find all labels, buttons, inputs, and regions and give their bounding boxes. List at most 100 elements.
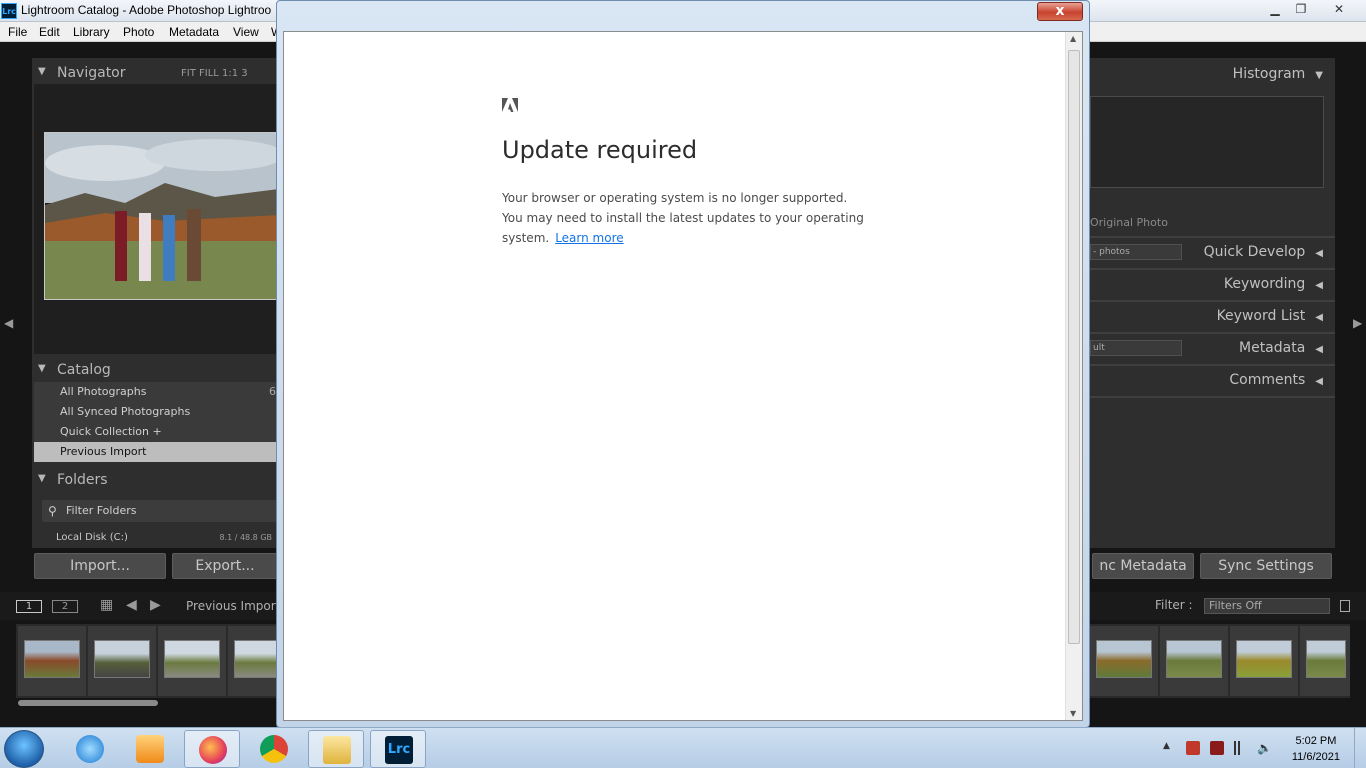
start-button[interactable] xyxy=(4,730,44,768)
update-required-dialog: x Update required Your browser or operat… xyxy=(276,0,1090,728)
sync-settings-button[interactable]: Sync Settings xyxy=(1200,553,1332,579)
security-icon[interactable] xyxy=(1210,741,1224,755)
update-message-line-3: system. Learn more xyxy=(502,231,624,245)
menu-library[interactable]: Library xyxy=(73,25,110,39)
histogram-header[interactable]: Histogram ▼ xyxy=(1233,66,1323,82)
internet-explorer-icon[interactable] xyxy=(62,730,118,768)
update-message-text: system. xyxy=(502,231,550,245)
update-message-line-2: You may need to install the latest updat… xyxy=(502,211,864,225)
scroll-up-icon[interactable]: ▲ xyxy=(1070,34,1076,43)
quick-develop-header[interactable]: Quick Develop ◀ xyxy=(1204,244,1323,260)
menu-photo[interactable]: Photo xyxy=(123,25,154,39)
dialog-content: Update required Your browser or operatin… xyxy=(283,31,1083,721)
comments-header[interactable]: Comments ◀ xyxy=(1229,372,1323,388)
action-center-icon[interactable] xyxy=(1186,741,1200,755)
export-button[interactable]: Export... xyxy=(172,553,278,579)
catalog-item-all-photographs[interactable]: All Photographs 6 xyxy=(34,382,278,402)
expand-triangle-icon: ◀ xyxy=(1315,344,1323,355)
dialog-scroll-thumb[interactable] xyxy=(1068,50,1080,644)
filter-lock-icon[interactable] xyxy=(1340,600,1350,612)
catalog-item-quick-collection[interactable]: Quick Collection + xyxy=(34,422,278,442)
lightroom-icon[interactable]: Lrc xyxy=(370,730,426,768)
back-arrow-icon[interactable]: ◀ xyxy=(126,597,137,613)
forward-arrow-icon[interactable]: ▶ xyxy=(150,597,161,613)
saved-preset-select[interactable]: - photos xyxy=(1090,244,1182,260)
scroll-down-icon[interactable]: ▼ xyxy=(1070,709,1076,718)
primary-window-button[interactable]: 1 xyxy=(16,600,42,613)
filmstrip-source[interactable]: Previous Import xyxy=(186,599,280,613)
minimize-icon[interactable]: ▁ xyxy=(1262,1,1288,18)
update-message-line-1: Your browser or operating system is no l… xyxy=(502,191,848,205)
network-icon[interactable] xyxy=(1234,741,1248,755)
navigator-photo[interactable] xyxy=(44,132,278,300)
media-player-icon[interactable] xyxy=(122,730,178,768)
menu-view[interactable]: View xyxy=(233,25,259,39)
collapse-triangle-icon: ▼ xyxy=(38,473,46,484)
system-clock[interactable]: 5:02 PM 11/6/2021 xyxy=(1292,733,1340,765)
dialog-scrollbar[interactable]: ▲ ▼ xyxy=(1065,32,1082,720)
filter-folders-input[interactable]: ⚲ Filter Folders xyxy=(42,500,278,522)
secondary-window-button[interactable]: 2 xyxy=(52,600,78,613)
chrome-icon[interactable] xyxy=(246,730,302,768)
sync-metadata-button[interactable]: nc Metadata xyxy=(1092,553,1194,579)
expand-triangle-icon: ◀ xyxy=(1315,312,1323,323)
thumbnail-image xyxy=(1096,640,1152,678)
left-panel-toggle-icon[interactable]: ◀ xyxy=(4,316,13,330)
catalog-title: Catalog xyxy=(57,362,111,378)
import-button[interactable]: Import... xyxy=(34,553,166,579)
filmstrip-scrollbar[interactable] xyxy=(18,700,158,706)
folders-header[interactable]: ▼ Folders xyxy=(32,469,278,493)
adobe-logo-icon xyxy=(502,98,518,112)
chrome-glyph xyxy=(260,735,288,763)
lightroom-taskbar-label: Lrc xyxy=(385,736,413,764)
collapse-triangle-icon: ▼ xyxy=(1315,70,1323,81)
catalog-item-all-synced-photographs[interactable]: All Synced Photographs xyxy=(34,402,278,422)
maximize-icon[interactable]: ❐ xyxy=(1288,1,1314,18)
right-panel-toggle-icon[interactable]: ▶ xyxy=(1353,316,1362,330)
navigator-zoom-modes[interactable]: FIT FILL 1:1 3 xyxy=(181,68,248,79)
right-panel: Histogram ▼ Original Photo - photos Quick… xyxy=(1090,58,1335,548)
volume-icon[interactable]: 🔈 xyxy=(1257,741,1272,755)
catalog-item-label: Previous Import xyxy=(60,445,147,458)
folders-title: Folders xyxy=(57,472,108,488)
filter-select[interactable]: Filters Off xyxy=(1204,598,1330,614)
dialog-close-button[interactable]: x xyxy=(1037,2,1083,21)
filmstrip-thumbnail[interactable] xyxy=(1160,626,1228,696)
catalog-header[interactable]: ▼ Catalog xyxy=(32,359,278,383)
file-explorer-icon[interactable] xyxy=(308,730,364,768)
thumbnail-image xyxy=(24,640,80,678)
menu-metadata[interactable]: Metadata xyxy=(169,25,219,39)
filter-folders-placeholder: Filter Folders xyxy=(66,504,137,517)
thumbnail-image xyxy=(1166,640,1222,678)
local-disk-folder[interactable]: Local Disk (C:) 8.1 / 48.8 GB xyxy=(42,532,278,548)
filmstrip-thumbnail[interactable] xyxy=(1230,626,1298,696)
navigator-title: Navigator xyxy=(57,65,126,81)
filmstrip-thumbnail[interactable] xyxy=(1090,626,1158,696)
close-icon[interactable]: ✕ xyxy=(1326,1,1352,18)
filmstrip-thumbnail[interactable] xyxy=(1300,626,1350,696)
metadata-title: Metadata xyxy=(1239,340,1306,356)
local-disk-size: 8.1 / 48.8 GB xyxy=(219,533,272,542)
grid-view-icon[interactable]: ▦ xyxy=(100,597,113,613)
menu-file[interactable]: File xyxy=(8,25,27,39)
show-hidden-icons-icon[interactable]: ▲ xyxy=(1163,741,1177,755)
menu-edit[interactable]: Edit xyxy=(39,25,60,39)
filmstrip-thumbnail[interactable] xyxy=(18,626,86,696)
metadata-header[interactable]: Metadata ◀ xyxy=(1239,340,1323,356)
show-desktop-button[interactable] xyxy=(1354,728,1366,768)
metadata-preset-select[interactable]: ult xyxy=(1090,340,1182,356)
filmstrip-thumbnail[interactable] xyxy=(88,626,156,696)
panel-divider xyxy=(1090,396,1335,398)
catalog-item-previous-import[interactable]: Previous Import xyxy=(34,442,278,462)
keywording-header[interactable]: Keywording ◀ xyxy=(1224,276,1323,292)
learn-more-link[interactable]: Learn more xyxy=(555,231,623,245)
thumbnail-image xyxy=(1236,640,1292,678)
panel-divider xyxy=(1090,332,1335,334)
filmstrip-thumbnail[interactable] xyxy=(158,626,226,696)
histogram-title: Histogram xyxy=(1232,66,1306,82)
original-photo-label: Original Photo xyxy=(1090,216,1168,229)
firefox-icon[interactable] xyxy=(184,730,240,768)
thumbnail-image xyxy=(1306,640,1346,678)
panel-divider xyxy=(1090,268,1335,270)
keyword-list-header[interactable]: Keyword List ◀ xyxy=(1217,308,1323,324)
